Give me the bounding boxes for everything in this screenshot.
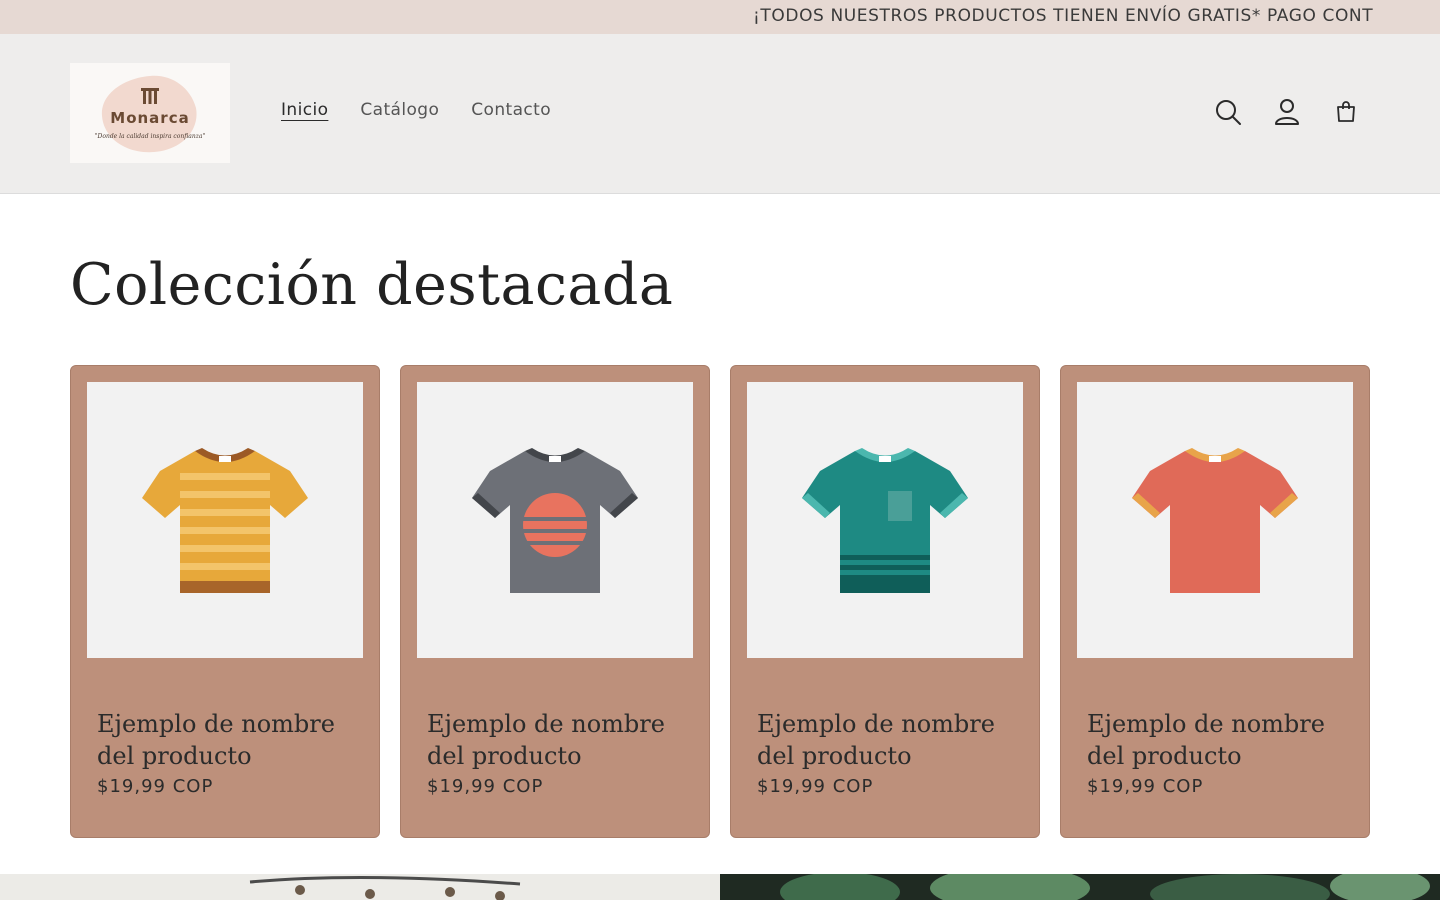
product-card[interactable]: Ejemplo de nombre del producto $19,99 CO… <box>400 365 710 838</box>
logo-tagline: "Donde la calidad inspira confianza" <box>94 133 206 140</box>
product-title[interactable]: Ejemplo de nombre del producto <box>1087 708 1357 772</box>
site-header: Monarca "Donde la calidad inspira confia… <box>0 34 1440 194</box>
product-image <box>417 382 693 658</box>
product-card[interactable]: Ejemplo de nombre del producto $19,99 CO… <box>70 365 380 838</box>
product-title[interactable]: Ejemplo de nombre del producto <box>427 708 697 772</box>
announcement-text: ¡TODOS NUESTROS PRODUCTOS TIENEN ENVÍO G… <box>753 6 1374 26</box>
product-price: $19,99 COP <box>97 776 214 797</box>
logo[interactable]: Monarca "Donde la calidad inspira confia… <box>70 63 230 163</box>
search-icon[interactable] <box>1212 96 1244 128</box>
product-price: $19,99 COP <box>427 776 544 797</box>
product-price: $19,99 COP <box>757 776 874 797</box>
product-card[interactable]: Ejemplo de nombre del producto $19,99 CO… <box>730 365 1040 838</box>
nav-item-catalogo[interactable]: Catálogo <box>360 100 439 120</box>
product-title[interactable]: Ejemplo de nombre del producto <box>97 708 367 772</box>
nav-item-inicio[interactable]: Inicio <box>281 100 328 120</box>
nav-item-contacto[interactable]: Contacto <box>471 100 551 120</box>
product-title[interactable]: Ejemplo de nombre del producto <box>757 708 1027 772</box>
tshirt-icon <box>142 447 308 593</box>
header-icons <box>1212 96 1362 128</box>
product-image <box>747 382 1023 658</box>
product-image <box>1077 382 1353 658</box>
collection-title: Colección destacada <box>70 252 674 318</box>
account-icon[interactable] <box>1271 96 1303 128</box>
product-card[interactable]: Ejemplo de nombre del producto $19,99 CO… <box>1060 365 1370 838</box>
announcement-bar: ¡TODOS NUESTROS PRODUCTOS TIENEN ENVÍO G… <box>0 0 1440 34</box>
next-section-preview <box>0 874 1440 900</box>
product-grid: Ejemplo de nombre del producto $19,99 CO… <box>70 365 1370 838</box>
logo-name: Monarca <box>110 109 190 127</box>
product-image <box>87 382 363 658</box>
tshirt-icon <box>1132 447 1298 593</box>
main-nav: Inicio Catálogo Contacto <box>281 100 551 120</box>
lights-image <box>0 874 720 900</box>
tshirt-icon <box>472 447 638 593</box>
tshirt-icon <box>802 447 968 593</box>
plants-image <box>720 874 1440 900</box>
product-price: $19,99 COP <box>1087 776 1204 797</box>
cart-icon[interactable] <box>1330 96 1362 128</box>
